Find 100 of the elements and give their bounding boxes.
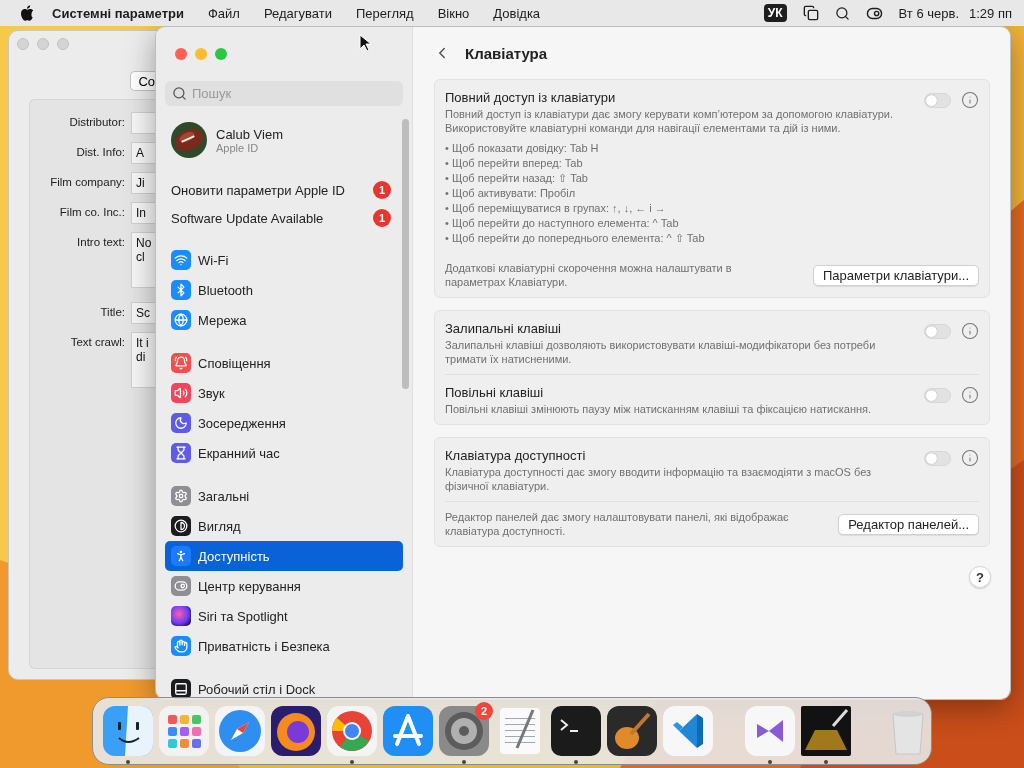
notification-badge: 2 bbox=[475, 702, 493, 720]
field-label: Film company: bbox=[49, 175, 126, 188]
menu-item[interactable]: Файл bbox=[207, 5, 240, 21]
pencils-icon[interactable] bbox=[381, 704, 435, 758]
grid-icon[interactable] bbox=[157, 704, 211, 758]
toggle-switch[interactable] bbox=[924, 387, 951, 403]
input-source-indicator[interactable]: УК bbox=[763, 4, 787, 22]
shortcut-hint: • Щоб перейти назад: ⇧ Tab bbox=[445, 171, 589, 185]
setting-description: Клавіатура доступності дає змогу вводити інформацію та взаємодіяти з macOS без фізичної клавіатури. bbox=[445, 465, 873, 493]
shortcut-hint: • Щоб активувати: Пробіл bbox=[445, 186, 577, 200]
person-icon bbox=[171, 546, 191, 566]
zoom-button[interactable] bbox=[215, 48, 227, 60]
setting-note: Додаткові клавіатурні скорочення можна налаштувати в параметрах Клавіатури. bbox=[445, 261, 733, 289]
globe-icon bbox=[171, 310, 191, 330]
sidebar-item[interactable]: Software Update Available 1 bbox=[165, 204, 403, 232]
text-area[interactable]: It i di bbox=[131, 332, 157, 388]
menu-item[interactable]: Довідка bbox=[493, 5, 541, 21]
info-icon[interactable] bbox=[961, 449, 979, 467]
pen-icon[interactable] bbox=[799, 704, 853, 758]
setting-title: Клавіатура доступності bbox=[445, 448, 587, 464]
sidebar-item[interactable]: Вигляд bbox=[165, 511, 403, 541]
setting-title: Повільні клавіші bbox=[445, 385, 545, 401]
sidebar-item[interactable]: Wi-Fi bbox=[165, 245, 403, 275]
setting-title: Повний доступ із клавіатури bbox=[445, 90, 617, 106]
settings-button[interactable]: Редактор панелей... bbox=[838, 513, 979, 535]
terminal-icon[interactable] bbox=[549, 704, 603, 758]
sidebar-item[interactable]: Центр керування bbox=[165, 571, 403, 601]
search-field[interactable]: Пошук bbox=[165, 81, 403, 106]
sidebar-item[interactable]: Загальні bbox=[165, 481, 403, 511]
setting-title: Залипальні клавіші bbox=[445, 321, 562, 337]
settings-button[interactable]: Параметри клавіатури... bbox=[813, 264, 979, 286]
field-label: Distributor: bbox=[68, 115, 126, 128]
toggle-switch[interactable] bbox=[924, 92, 951, 108]
sidebar-item[interactable]: Bluetooth bbox=[165, 275, 403, 305]
windows-icon[interactable] bbox=[802, 5, 819, 21]
scrollbar[interactable] bbox=[402, 119, 409, 389]
sidebar-item[interactable]: Звук bbox=[165, 378, 403, 408]
apple-icon[interactable] bbox=[20, 5, 34, 21]
setting-description: Повний доступ із клавіатури дає змогу керувати комп’ютером за допомогою клавіатури. Використовуйте клавіатурні команди для навігації елементами та дій із ними. bbox=[445, 107, 895, 135]
toggle-switch[interactable] bbox=[924, 450, 951, 466]
shortcut-hint: • Щоб перейти вперед: Tab bbox=[445, 156, 584, 170]
menu-item[interactable]: Перегляд bbox=[355, 5, 414, 21]
field-label: Intro text: bbox=[76, 235, 126, 248]
loop-icon[interactable] bbox=[743, 704, 797, 758]
input-field[interactable]: A bbox=[131, 142, 157, 164]
bell-icon bbox=[171, 353, 191, 373]
contrast-icon bbox=[171, 516, 191, 536]
menu-date[interactable]: Вт 6 черв. bbox=[898, 5, 959, 21]
wifi-icon bbox=[171, 250, 191, 270]
account-name: Calub Viem bbox=[216, 126, 283, 142]
sidebar-item[interactable]: Оновити параметри Apple ID 1 bbox=[165, 176, 403, 204]
sidebar-item[interactable]: Доступність bbox=[165, 541, 403, 571]
setting-note: Редактор панелей дає змогу налаштовувати панелі, які відображає клавіатура доступності. bbox=[445, 510, 790, 538]
guitar-icon[interactable] bbox=[605, 704, 659, 758]
menu-item[interactable]: Редагувати bbox=[263, 5, 332, 21]
gear-icon[interactable] bbox=[437, 704, 491, 758]
panel-icon bbox=[171, 679, 191, 699]
text-area[interactable]: No cl bbox=[131, 232, 157, 288]
bluetooth-icon bbox=[171, 280, 191, 300]
input-field[interactable] bbox=[131, 112, 157, 134]
setting-description: Залипальні клавіші дозволяють використовувати клавіші-модифікатори без потреби тримати їх натисненими. bbox=[445, 338, 877, 366]
hand-icon bbox=[171, 636, 191, 656]
ring-icon[interactable] bbox=[325, 704, 379, 758]
field-label: Dist. Info: bbox=[75, 145, 126, 158]
sidebar-item[interactable]: Екранний час bbox=[165, 438, 403, 468]
face-icon[interactable] bbox=[101, 704, 155, 758]
help-button[interactable]: ? bbox=[969, 566, 991, 588]
input-field[interactable]: In bbox=[131, 202, 157, 224]
info-icon[interactable] bbox=[961, 322, 979, 340]
speaker-icon bbox=[171, 383, 191, 403]
input-field[interactable]: Ji bbox=[131, 172, 157, 194]
app-name: Системні параметри bbox=[52, 5, 184, 21]
code-icon[interactable] bbox=[661, 704, 715, 758]
shortcut-hint: • Щоб перейти до попереднього елемента: ^ ⇧ Tab bbox=[445, 231, 706, 245]
gear-icon bbox=[171, 486, 191, 506]
account-subtitle: Apple ID bbox=[216, 141, 260, 154]
info-icon[interactable] bbox=[961, 386, 979, 404]
toggle-icon bbox=[171, 576, 191, 596]
toggle-switch[interactable] bbox=[924, 323, 951, 339]
close-button[interactable] bbox=[175, 48, 187, 60]
page-title: Клавіатура bbox=[465, 44, 548, 62]
form-button[interactable]: Co bbox=[130, 71, 157, 91]
hourglass-icon bbox=[171, 443, 191, 463]
search-icon[interactable] bbox=[834, 5, 850, 21]
sidebar-item[interactable]: Сповіщення bbox=[165, 348, 403, 378]
sidebar-item[interactable]: Приватність і Безпека bbox=[165, 631, 403, 661]
input-field[interactable]: Sc bbox=[131, 302, 157, 324]
menu-time[interactable]: 1:29 пп bbox=[969, 5, 1012, 21]
shortcut-hint: • Щоб переміщуватися в групах: ↑, ↓, ← і → bbox=[445, 201, 667, 215]
moon-icon bbox=[171, 413, 191, 433]
search-icon bbox=[172, 86, 187, 101]
sidebar-item[interactable]: Зосередження bbox=[165, 408, 403, 438]
field-label: Film co. Inc.: bbox=[58, 205, 126, 218]
field-label: Text crawl: bbox=[69, 335, 126, 348]
cursor-icon bbox=[359, 34, 371, 52]
sidebar-item[interactable]: Мережа bbox=[165, 305, 403, 335]
sidebar-item[interactable]: Siri та Spotlight bbox=[165, 601, 403, 631]
setting-description: Повільні клавіші змінюють паузу між натисканням клавіші та фіксацією натискання. bbox=[445, 402, 873, 416]
menu-item[interactable]: Вікно bbox=[437, 5, 470, 21]
info-icon[interactable] bbox=[961, 91, 979, 109]
